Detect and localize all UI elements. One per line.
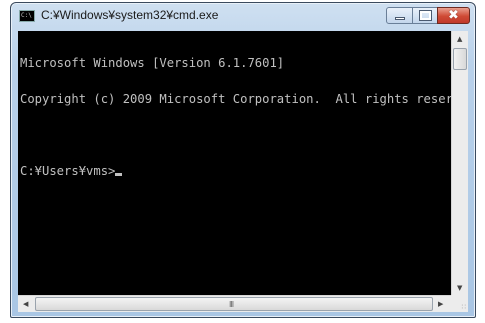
- horizontal-scrollbar[interactable]: ◀ III ▶: [18, 295, 451, 312]
- size-grip[interactable]: ∷: [451, 295, 468, 312]
- console-line-blank: [20, 129, 451, 141]
- console-line-version: Microsoft Windows [Version 6.1.7601]: [20, 56, 285, 70]
- vertical-scrollbar[interactable]: ▲ ▼: [451, 31, 468, 295]
- cmd-window: C:\ C:¥Windows¥system32¥cmd.exe ✖ Micros…: [10, 2, 476, 318]
- vertical-scroll-thumb[interactable]: [453, 48, 467, 70]
- horizontal-scroll-thumb[interactable]: III: [35, 297, 433, 311]
- scroll-up-arrow-icon[interactable]: ▲: [457, 34, 462, 44]
- scroll-grip-icon: III: [229, 300, 234, 309]
- text-cursor: [115, 173, 123, 176]
- console-prompt-line: C:¥Users¥vms>: [20, 165, 451, 177]
- scroll-right-arrow-icon[interactable]: ▶: [438, 299, 443, 309]
- window-title: C:¥Windows¥system32¥cmd.exe: [41, 8, 219, 22]
- console-line-copyright: Copyright (c) 2009 Microsoft Corporation…: [20, 92, 451, 106]
- console-client-area: Microsoft Windows [Version 6.1.7601] Cop…: [18, 31, 468, 312]
- console-output[interactable]: Microsoft Windows [Version 6.1.7601] Cop…: [18, 31, 451, 295]
- maximize-icon: [419, 10, 432, 21]
- scroll-left-arrow-icon[interactable]: ◀: [23, 299, 28, 309]
- cmd-app-icon[interactable]: C:\: [19, 10, 35, 22]
- minimize-button[interactable]: [386, 7, 413, 24]
- title-bar[interactable]: C:\ C:¥Windows¥system32¥cmd.exe ✖: [11, 3, 475, 29]
- close-icon: ✖: [448, 8, 459, 23]
- size-grip-icon: ∷: [461, 303, 466, 311]
- maximize-button[interactable]: [412, 7, 438, 24]
- scroll-down-arrow-icon[interactable]: ▼: [457, 283, 462, 293]
- close-button[interactable]: ✖: [437, 7, 470, 24]
- minimize-icon: [395, 17, 405, 20]
- console-prompt: C:¥Users¥vms>: [20, 164, 116, 178]
